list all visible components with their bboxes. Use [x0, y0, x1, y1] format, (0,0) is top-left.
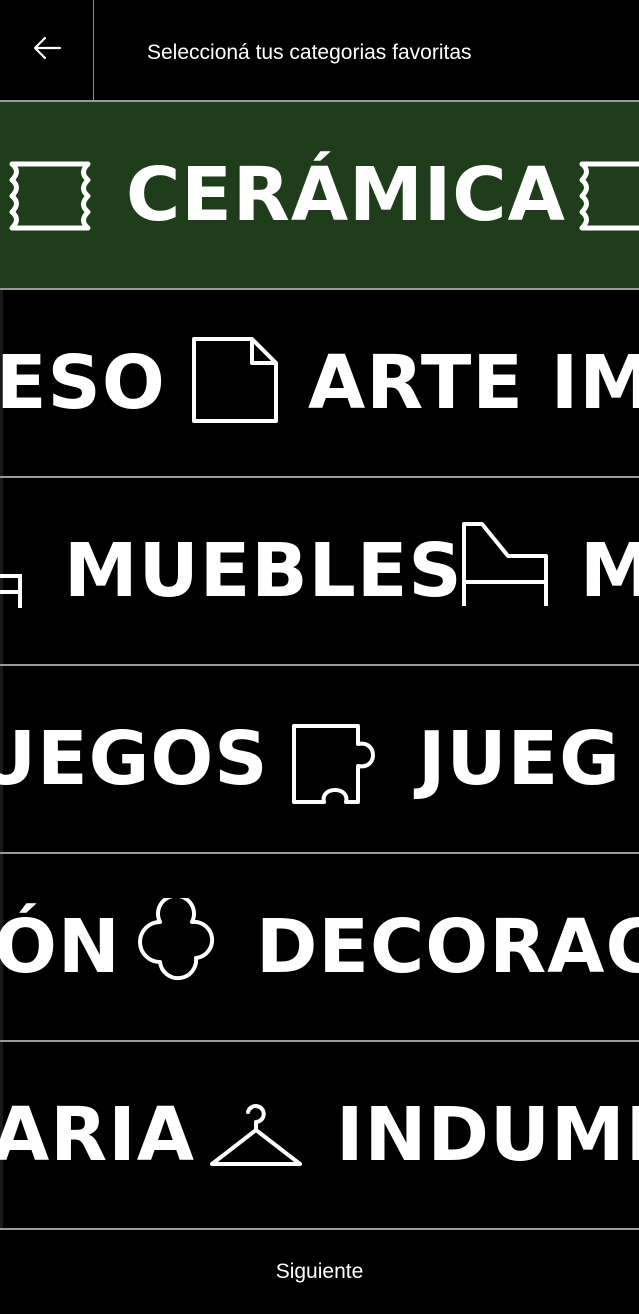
puzzle-piece-icon — [290, 722, 386, 806]
category-label: ARTE IM — [308, 340, 639, 426]
category-label: ARIA — [0, 1092, 196, 1178]
hanger-icon — [208, 1098, 304, 1170]
chair-icon — [458, 520, 552, 610]
category-row-ceramica[interactable]: CERÁMICA — [0, 102, 639, 288]
category-label: DECORAC — [256, 904, 639, 990]
category-label: UEGOS — [0, 716, 269, 802]
category-label: MUEBLES — [64, 528, 463, 614]
category-row-indumentaria[interactable]: ARIA INDUME — [0, 1042, 639, 1228]
paper-sheet-icon — [190, 335, 280, 425]
category-label: INDUME — [336, 1092, 639, 1178]
category-label: ESO — [0, 340, 166, 426]
arrow-left-icon — [32, 36, 62, 65]
category-label: M — [580, 528, 639, 614]
top-bar: Seleccioná tus categorias favoritas — [0, 0, 639, 100]
category-row-juegos[interactable]: UEGOS JUEG — [0, 666, 639, 852]
category-label: ÓN — [0, 904, 121, 990]
category-label: JUEG — [418, 716, 621, 802]
next-button[interactable]: Siguiente — [0, 1230, 639, 1314]
category-row-muebles[interactable]: MUEBLES M — [0, 478, 639, 664]
chair-icon — [0, 546, 30, 610]
category-row-arte-impreso[interactable]: ESO ARTE IM — [0, 290, 639, 476]
ceramic-tile-icon — [576, 158, 639, 236]
category-row-decoracion[interactable]: ÓN DECORAC — [0, 854, 639, 1040]
page-title: Seleccioná tus categorias favoritas — [147, 41, 472, 64]
ceramic-tile-icon — [6, 158, 96, 236]
back-button[interactable] — [0, 0, 94, 100]
category-label: CERÁMICA — [126, 152, 566, 238]
quatrefoil-icon — [132, 898, 220, 986]
